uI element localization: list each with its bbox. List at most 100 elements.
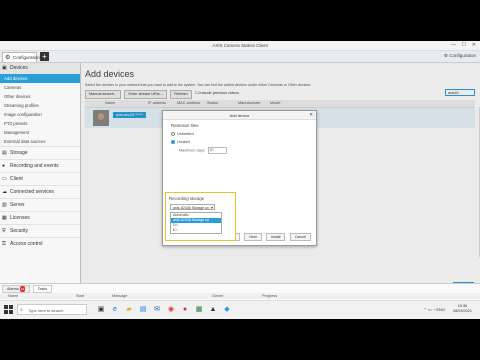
sidebar-section-label: Connected services	[10, 189, 54, 195]
clock-date: 08/03/2021	[452, 309, 472, 313]
storage-select[interactable]: axis-52338 Storage on st...▾	[170, 204, 215, 216]
limited-label: Limited	[177, 139, 190, 144]
maximum-days-row: Maximum days 30	[171, 147, 227, 154]
radio-checked-icon	[171, 139, 175, 144]
task-view-icon[interactable]: ▣	[96, 305, 106, 315]
chevron-down-icon: ▾	[210, 205, 213, 210]
dialog-close-icon[interactable]: ✕	[309, 112, 313, 118]
store-icon[interactable]: ▤	[138, 305, 148, 315]
sidebar-item-management[interactable]: Management	[0, 128, 80, 137]
sidebar-item-image-configuration[interactable]: Image configuration	[0, 110, 80, 119]
taskbar-search-input[interactable]: ⌕ Type here to search	[17, 304, 87, 315]
sidebar-devices[interactable]: ▣ Devices	[0, 63, 80, 74]
gear-icon: ⚙	[5, 55, 11, 61]
tab-alarms-label: Alarms	[7, 287, 19, 291]
storage-dropdown-list: Automatic axis-52338 Storage on sharedri…	[170, 212, 222, 234]
tasks-column-progress[interactable]: Progress	[262, 294, 277, 298]
add-tab-button[interactable]: +	[40, 52, 49, 61]
dialog-body: Retention time Unlimited Limited Maximum…	[171, 123, 227, 154]
sidebar-item-ptz-presets[interactable]: PTZ presets	[0, 119, 80, 128]
sidebar-section-label: Client	[10, 176, 23, 182]
license-icon: ▦	[2, 215, 7, 221]
sidebar-item-cameras[interactable]: Cameras	[0, 83, 80, 92]
dialog-title-bar: Add device ✕	[163, 111, 316, 120]
sidebar-section-label: Storage	[10, 150, 28, 156]
edge-icon[interactable]: e	[110, 305, 120, 315]
minimize-button[interactable]: —	[451, 42, 456, 48]
maximize-button[interactable]: ☐	[462, 42, 466, 48]
configuration-menu-label: Configuration	[449, 53, 476, 58]
tasks-header: Name Start Message Owner Progress	[0, 293, 480, 299]
recording-app-icon[interactable]: ●	[180, 305, 190, 315]
tab-configuration[interactable]: ⚙ Configuration	[2, 52, 40, 62]
unlimited-label: Unlimited	[177, 131, 194, 136]
sidebar-section-recording[interactable]: ● Recording and events	[0, 159, 80, 172]
sidebar-devices-label: Devices	[10, 65, 28, 71]
configuration-menu[interactable]: ⚙ Configuration	[444, 53, 476, 59]
tasks-column-name[interactable]: Name	[8, 294, 18, 298]
clock[interactable]: 10:36 08/03/2021	[453, 304, 472, 314]
sidebar-item-other-devices[interactable]: Other devices	[0, 92, 80, 101]
sidebar-item-add-devices[interactable]: Add devices	[0, 74, 80, 83]
retention-time-label: Retention time	[171, 123, 199, 128]
install-button[interactable]: Install	[266, 233, 286, 241]
unlimited-radio[interactable]: Unlimited	[171, 131, 227, 136]
sidebar-item-streaming-profiles[interactable]: Streaming profiles	[0, 101, 80, 110]
tab-label: Configuration	[13, 55, 40, 60]
sidebar-section-label: Licenses	[10, 215, 30, 221]
sidebar-section-access-control[interactable]: ⚿ Access control	[0, 237, 80, 250]
maximum-days-label: Maximum days	[179, 148, 205, 153]
language-indicator: ENG	[436, 307, 445, 312]
tab-bar: ⚙ Configuration + ⚙ Configuration	[0, 51, 480, 63]
sidebar-section-label: Security	[10, 228, 29, 234]
tasks-column-owner[interactable]: Owner	[212, 294, 223, 298]
tasks-column-start[interactable]: Start	[76, 294, 84, 298]
windows-start-icon[interactable]	[4, 305, 13, 314]
recording-storage-label: Recording storage	[169, 196, 205, 201]
maximum-days-stepper[interactable]: 30	[207, 147, 227, 154]
tab-tasks[interactable]: Tasks	[32, 285, 53, 293]
teams-icon[interactable]: ◆	[222, 305, 232, 315]
alarm-count-badge: 10	[19, 286, 26, 292]
file-explorer-icon[interactable]: ▰	[124, 305, 134, 315]
chrome-icon[interactable]: ◉	[166, 305, 176, 315]
sidebar-section-label: Recording and events	[10, 163, 59, 169]
dialog-next-button[interactable]: Next	[244, 233, 262, 241]
radio-icon	[171, 131, 175, 136]
cancel-button[interactable]: Cancel	[289, 233, 311, 241]
dialog-title: Add device	[229, 113, 250, 118]
close-button[interactable]: ✕	[472, 42, 476, 48]
limited-radio[interactable]: Limited	[171, 139, 227, 144]
mail-icon[interactable]: ✉	[152, 305, 162, 315]
sidebar-section-client[interactable]: ▭ Client	[0, 172, 80, 185]
sidebar-section-licenses[interactable]: ▦ Licenses	[0, 211, 80, 224]
monitor-icon: ▭	[2, 176, 7, 182]
sidebar: ▣ Devices Add devices Cameras Other devi…	[0, 63, 81, 318]
camera-icon: ▣	[2, 65, 7, 71]
title-bar: AXIS Camera Station Client — ☐ ✕	[0, 41, 480, 51]
tasks-column-message[interactable]: Message	[112, 294, 127, 298]
server-icon: ▥	[2, 202, 7, 208]
sidebar-section-connected-services[interactable]: ☁ Connected services	[0, 185, 80, 198]
sidebar-section-label: Server	[10, 202, 25, 208]
sidebar-item-external-data-sources[interactable]: External data sources	[0, 137, 80, 146]
system-tray[interactable]: ⌃ ▭ ◔ ENG	[423, 307, 445, 312]
taskbar-search-placeholder: Type here to search	[28, 308, 64, 313]
sidebar-section-label: Access control	[10, 241, 43, 247]
window-title: AXIS Camera Station Client	[212, 43, 268, 48]
shield-icon: ⛨	[2, 228, 6, 234]
recording-storage-box: Recording storage axis-52338 Storage on …	[165, 192, 236, 241]
sidebar-section-security[interactable]: ⛨ Security	[0, 224, 80, 237]
tab-alarms[interactable]: Alarms 10	[2, 285, 31, 293]
record-icon: ●	[2, 163, 6, 169]
cloud-icon: ☁	[2, 189, 7, 195]
excel-icon[interactable]: ▦	[194, 305, 204, 315]
sidebar-section-server[interactable]: ▥ Server	[0, 198, 80, 211]
search-icon: ⌕	[20, 307, 23, 313]
storage-icon: ▤	[2, 150, 7, 156]
bottom-tabs: Alarms 10 Tasks	[2, 285, 53, 293]
axis-client-icon[interactable]: ▲	[208, 305, 218, 315]
sidebar-section-storage[interactable]: ▤ Storage	[0, 146, 80, 159]
app-window: AXIS Camera Station Client — ☐ ✕ ⚙ Confi…	[0, 41, 480, 318]
storage-option-e[interactable]: E:\	[171, 228, 221, 233]
